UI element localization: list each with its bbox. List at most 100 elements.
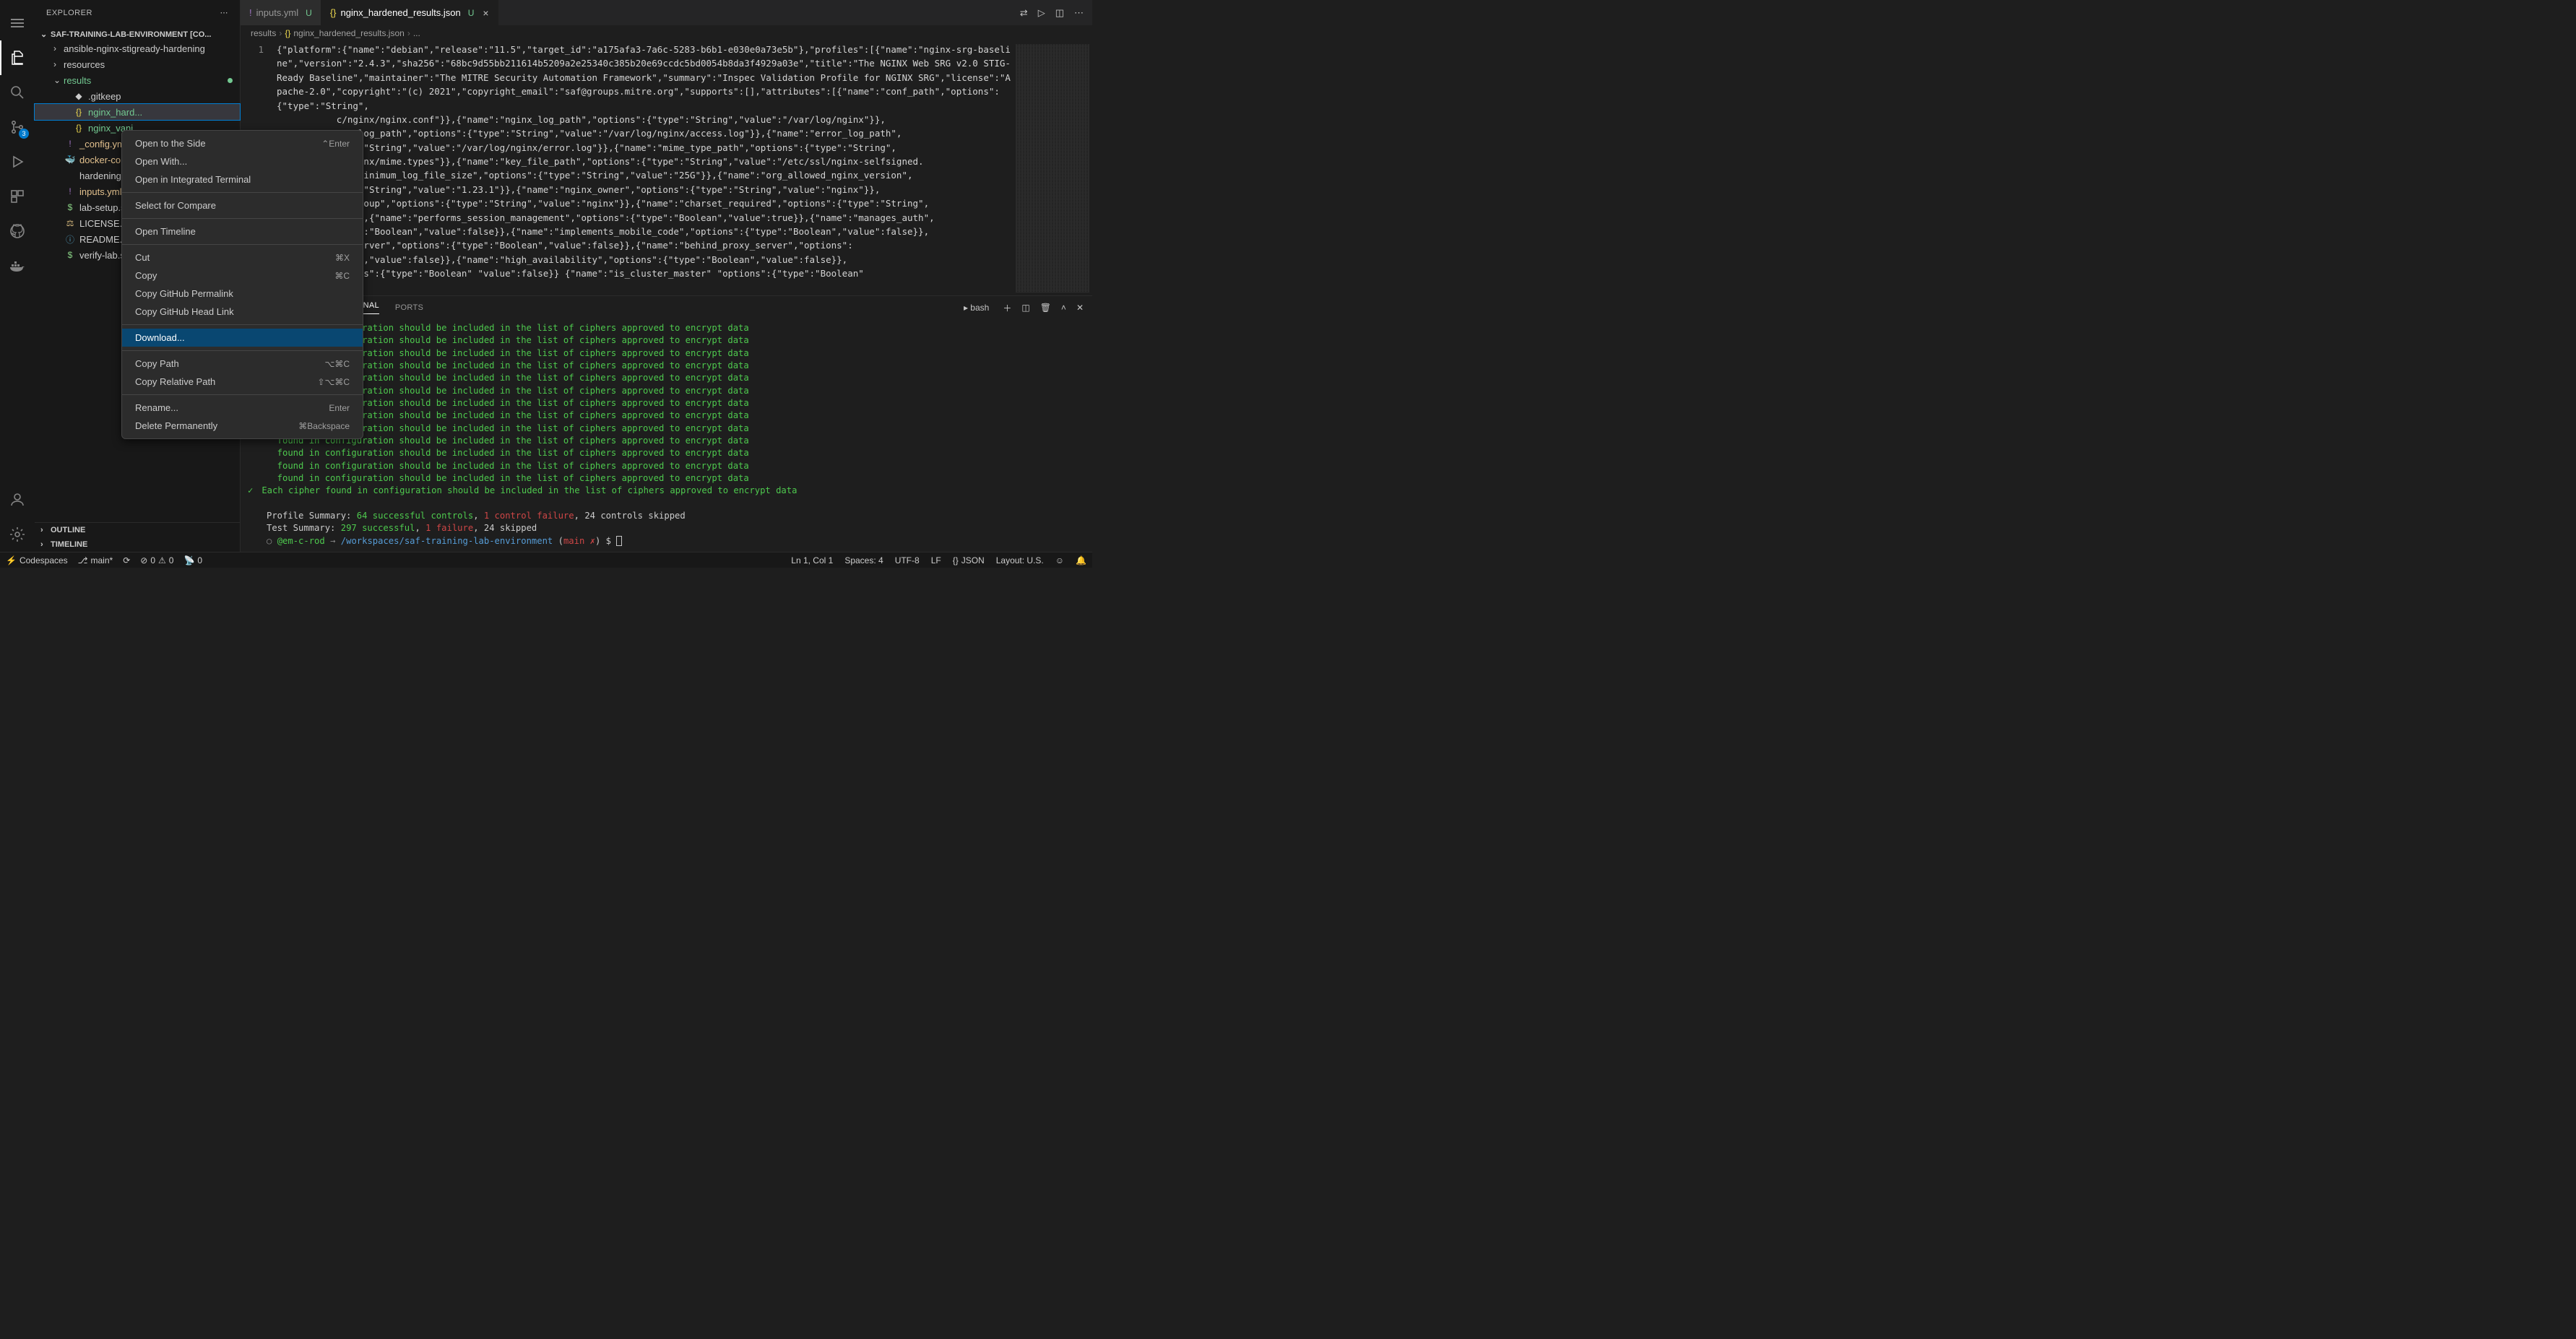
layout-status[interactable]: Layout: U.S. <box>996 555 1044 566</box>
cm-label: Open in Integrated Terminal <box>135 174 251 185</box>
source-control-icon[interactable]: 3 <box>0 110 35 144</box>
breadcrumb[interactable]: results› {} nginx_hardened_results.json›… <box>241 25 1092 41</box>
context-menu-item[interactable]: Open in Integrated Terminal <box>122 170 363 188</box>
file-icon: ! <box>64 139 77 149</box>
extensions-icon[interactable] <box>0 179 35 214</box>
cm-label: Copy GitHub Head Link <box>135 306 234 317</box>
cm-label: Copy GitHub Permalink <box>135 288 233 299</box>
cm-shortcut: ⌘Backspace <box>298 421 350 431</box>
chevron-up-icon[interactable]: ˄ <box>1061 303 1066 313</box>
encoding-status[interactable]: UTF-8 <box>895 555 920 566</box>
tree-item[interactable]: ⌄results <box>35 72 240 88</box>
file-icon: {} <box>72 107 85 117</box>
problems-status[interactable]: ⊘ 0 ⚠ 0 <box>140 555 173 566</box>
ports-status[interactable]: 📡 0 <box>183 555 202 566</box>
tree-item-label: inputs.yml <box>79 186 122 197</box>
file-icon: {} <box>330 7 337 18</box>
tree-item-label: results <box>64 75 91 86</box>
more-icon[interactable]: ⋯ <box>1074 7 1084 19</box>
kill-terminal-icon[interactable]: 🗑 <box>1040 303 1051 313</box>
codespaces-status[interactable]: ⚡ Codespaces <box>6 555 68 566</box>
run-icon[interactable]: ▷ <box>1038 7 1045 19</box>
tab-ports[interactable]: PORTS <box>395 303 423 312</box>
close-panel-icon[interactable]: ✕ <box>1076 303 1084 313</box>
context-menu-item[interactable]: Cut⌘X <box>122 248 363 266</box>
tree-item-label: _config.yml <box>79 139 127 150</box>
tree-item[interactable]: {}nginx_hard... <box>35 104 240 120</box>
terminal-output[interactable]: found in configuration should be include… <box>241 319 1092 552</box>
search-icon[interactable] <box>0 75 35 110</box>
editor-tabs: !inputs.ymlU{}nginx_hardened_results.jso… <box>241 0 1092 25</box>
cm-label: Rename... <box>135 402 178 413</box>
split-terminal-icon[interactable]: ◫ <box>1021 303 1029 313</box>
cm-label: Download... <box>135 332 185 343</box>
context-menu-item[interactable]: Delete Permanently ⌘Backspace <box>122 417 363 435</box>
context-menu-item[interactable]: Download... <box>122 329 363 347</box>
sync-status[interactable]: ⟳ <box>123 555 130 566</box>
context-menu-item[interactable]: Copy Relative Path⇧⌥⌘C <box>122 373 363 391</box>
code-content: {"platform":{"name":"debian","release":"… <box>277 41 1013 295</box>
context-menu-item[interactable]: Select for Compare <box>122 196 363 214</box>
compare-icon[interactable]: ⇄ <box>1020 7 1028 19</box>
new-terminal-icon[interactable]: ＋ <box>1003 302 1011 314</box>
folder-root[interactable]: ⌄ SAF-TRAINING-LAB-ENVIRONMENT [CO... <box>35 28 240 40</box>
cm-shortcut: ⌃Enter <box>321 139 350 149</box>
close-tab-icon[interactable]: × <box>483 7 488 19</box>
context-menu-item[interactable]: Copy GitHub Head Link <box>122 303 363 321</box>
context-menu-item[interactable]: Copy Path⌥⌘C <box>122 355 363 373</box>
explorer-title: EXPLORER ⋯ <box>35 0 240 25</box>
tree-item[interactable]: ›ansible-nginx-stigready-hardening <box>35 40 240 56</box>
file-icon: $ <box>64 250 77 260</box>
tree-item-label: nginx_hard... <box>88 107 142 118</box>
file-icon: ! <box>64 186 77 196</box>
feedback-icon[interactable]: ☺ <box>1055 555 1064 566</box>
context-menu-item[interactable]: Open Timeline <box>122 222 363 240</box>
status-bar: ⚡ Codespaces ⎇ main* ⟳ ⊘ 0 ⚠ 0 📡 0 Ln 1,… <box>0 552 1092 568</box>
context-menu-item[interactable]: Open With... <box>122 152 363 170</box>
tree-item-label: resources <box>64 59 105 70</box>
editor-tab[interactable]: {}nginx_hardened_results.jsonU× <box>321 0 498 25</box>
timeline-section[interactable]: ›TIMELINE <box>35 537 240 552</box>
run-debug-icon[interactable] <box>0 144 35 179</box>
cm-label: Open With... <box>135 156 187 167</box>
terminal-shell[interactable]: ▸ bash <box>960 301 993 314</box>
language-status[interactable]: {} JSON <box>953 555 985 566</box>
editor-tab[interactable]: !inputs.ymlU <box>241 0 321 25</box>
cm-label: Copy <box>135 270 157 281</box>
cm-label: Copy Relative Path <box>135 376 215 387</box>
minimap[interactable] <box>1013 41 1092 295</box>
context-menu: Open to the Side⌃Enter Open With... Open i… <box>121 130 363 439</box>
eol-status[interactable]: LF <box>931 555 941 566</box>
file-icon: ⚖ <box>64 218 77 228</box>
tree-item[interactable]: ◆.gitkeep <box>35 88 240 104</box>
cm-label: Copy Path <box>135 358 179 369</box>
tree-item[interactable]: ›resources <box>35 56 240 72</box>
context-menu-item[interactable]: Copy⌘C <box>122 266 363 285</box>
more-icon[interactable]: ⋯ <box>220 8 229 17</box>
cursor-position[interactable]: Ln 1, Col 1 <box>791 555 833 566</box>
tab-label: inputs.yml <box>256 7 299 18</box>
file-icon: $ <box>64 202 77 212</box>
docker-icon[interactable] <box>0 248 35 283</box>
notifications-icon[interactable]: 🔔 <box>1076 555 1086 566</box>
context-menu-item[interactable]: Copy GitHub Permalink <box>122 285 363 303</box>
explorer-icon[interactable] <box>0 40 35 75</box>
split-icon[interactable]: ◫ <box>1055 7 1064 19</box>
indent-status[interactable]: Spaces: 4 <box>844 555 883 566</box>
context-menu-item[interactable]: Open to the Side⌃Enter <box>122 134 363 152</box>
accounts-icon[interactable] <box>0 482 35 517</box>
cm-label: Cut <box>135 252 150 263</box>
file-icon: ◆ <box>72 91 85 101</box>
context-menu-item[interactable]: Rename... Enter <box>122 399 363 417</box>
scm-badge: 3 <box>19 129 29 139</box>
file-icon: ! <box>249 7 252 18</box>
github-icon[interactable] <box>0 214 35 248</box>
cm-label: Delete Permanently <box>135 420 217 431</box>
settings-icon[interactable] <box>0 517 35 552</box>
cm-label: Open Timeline <box>135 226 196 237</box>
file-icon: {} <box>72 123 85 133</box>
branch-status[interactable]: ⎇ main* <box>78 555 113 566</box>
outline-section[interactable]: ›OUTLINE <box>35 523 240 537</box>
menu-icon[interactable] <box>0 6 35 40</box>
cm-shortcut: Enter <box>329 403 350 413</box>
